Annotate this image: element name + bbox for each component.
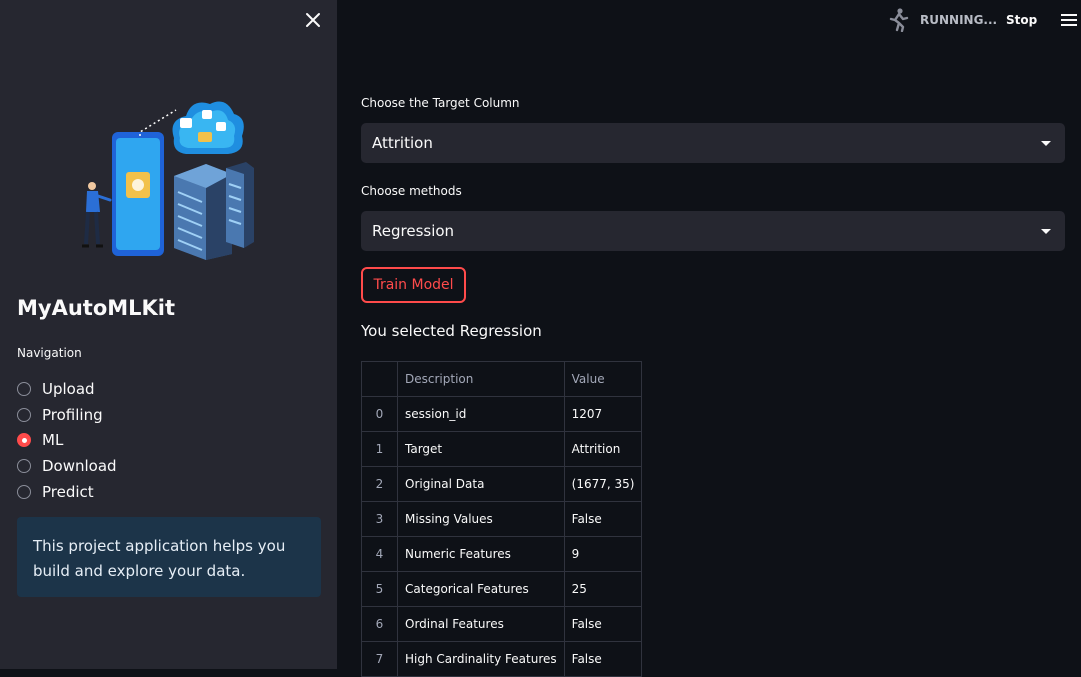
row-value: False <box>563 501 643 537</box>
row-index: 0 <box>361 396 398 432</box>
radio-button[interactable] <box>17 381 31 396</box>
row-index: 7 <box>361 641 398 677</box>
row-value: (1677, 35) <box>563 466 643 502</box>
row-description: High Cardinality Features <box>397 641 565 677</box>
row-index: 5 <box>361 571 398 607</box>
nav-option-profiling[interactable]: Profiling <box>17 402 117 428</box>
row-description: Original Data <box>397 466 565 502</box>
row-value: Attrition <box>563 431 643 467</box>
row-index: 6 <box>361 606 398 642</box>
nav-option-label: Upload <box>42 379 95 398</box>
target-column-value: Attrition <box>372 134 433 152</box>
row-value: 25 <box>563 571 643 607</box>
running-man-icon <box>889 8 909 32</box>
chevron-down-icon <box>1041 229 1051 234</box>
column-header-index <box>361 361 398 397</box>
table-row: 5 Categorical Features 25 <box>361 571 643 607</box>
selected-method-text: You selected Regression <box>361 322 542 340</box>
table-row: 6 Ordinal Features False <box>361 606 643 642</box>
app-title: MyAutoMLKit <box>17 296 176 320</box>
train-model-button[interactable]: Train Model <box>361 267 466 303</box>
setup-results-table: Description Value 0 session_id 1207 1 Ta… <box>361 361 643 677</box>
row-index: 4 <box>361 536 398 572</box>
radio-button-selected[interactable] <box>17 433 31 448</box>
row-index: 2 <box>361 466 398 502</box>
table-row: 1 Target Attrition <box>361 431 643 467</box>
row-description: Categorical Features <box>397 571 565 607</box>
sidebar: MyAutoMLKit Navigation Upload Profiling … <box>0 0 337 669</box>
chevron-down-icon <box>1041 141 1051 146</box>
row-description: Target <box>397 431 565 467</box>
nav-option-predict[interactable]: Predict <box>17 479 117 505</box>
target-column-label: Choose the Target Column <box>361 96 520 110</box>
row-value: 9 <box>563 536 643 572</box>
methods-label: Choose methods <box>361 184 462 198</box>
cloud-server-illustration <box>82 101 254 260</box>
table-row: 7 High Cardinality Features False <box>361 641 643 677</box>
close-icon[interactable] <box>303 10 323 30</box>
row-value: 1207 <box>563 396 643 432</box>
info-box: This project application helps you build… <box>17 517 321 597</box>
methods-select[interactable]: Regression <box>361 211 1065 251</box>
table-header-row: Description Value <box>361 361 643 397</box>
nav-option-label: Profiling <box>42 405 103 424</box>
table-row: 4 Numeric Features 9 <box>361 536 643 572</box>
navigation-radio-group: Upload Profiling ML Download Predict <box>17 376 117 504</box>
nav-option-label: ML <box>42 431 64 450</box>
row-value: False <box>563 606 643 642</box>
row-description: Numeric Features <box>397 536 565 572</box>
nav-option-download[interactable]: Download <box>17 453 117 479</box>
row-description: session_id <box>397 396 565 432</box>
table-row: 2 Original Data (1677, 35) <box>361 466 643 502</box>
column-header-description: Description <box>397 361 565 397</box>
nav-option-label: Download <box>42 456 117 475</box>
table-row: 0 session_id 1207 <box>361 396 643 432</box>
radio-button[interactable] <box>17 458 31 473</box>
radio-button[interactable] <box>17 407 31 422</box>
row-index: 3 <box>361 501 398 537</box>
target-column-select[interactable]: Attrition <box>361 123 1065 163</box>
navigation-label: Navigation <box>17 346 82 360</box>
row-index: 1 <box>361 431 398 467</box>
stop-button[interactable]: Stop <box>1006 13 1037 27</box>
nav-option-label: Predict <box>42 482 94 501</box>
row-description: Ordinal Features <box>397 606 565 642</box>
methods-value: Regression <box>372 222 455 240</box>
row-value: False <box>563 641 643 677</box>
nav-option-ml[interactable]: ML <box>17 427 117 453</box>
column-header-value: Value <box>563 361 643 397</box>
row-description: Missing Values <box>397 501 565 537</box>
table-row: 3 Missing Values False <box>361 501 643 537</box>
radio-button[interactable] <box>17 484 31 499</box>
nav-option-upload[interactable]: Upload <box>17 376 117 402</box>
running-status: RUNNING... <box>920 13 998 27</box>
hamburger-menu-icon[interactable] <box>1061 13 1077 27</box>
